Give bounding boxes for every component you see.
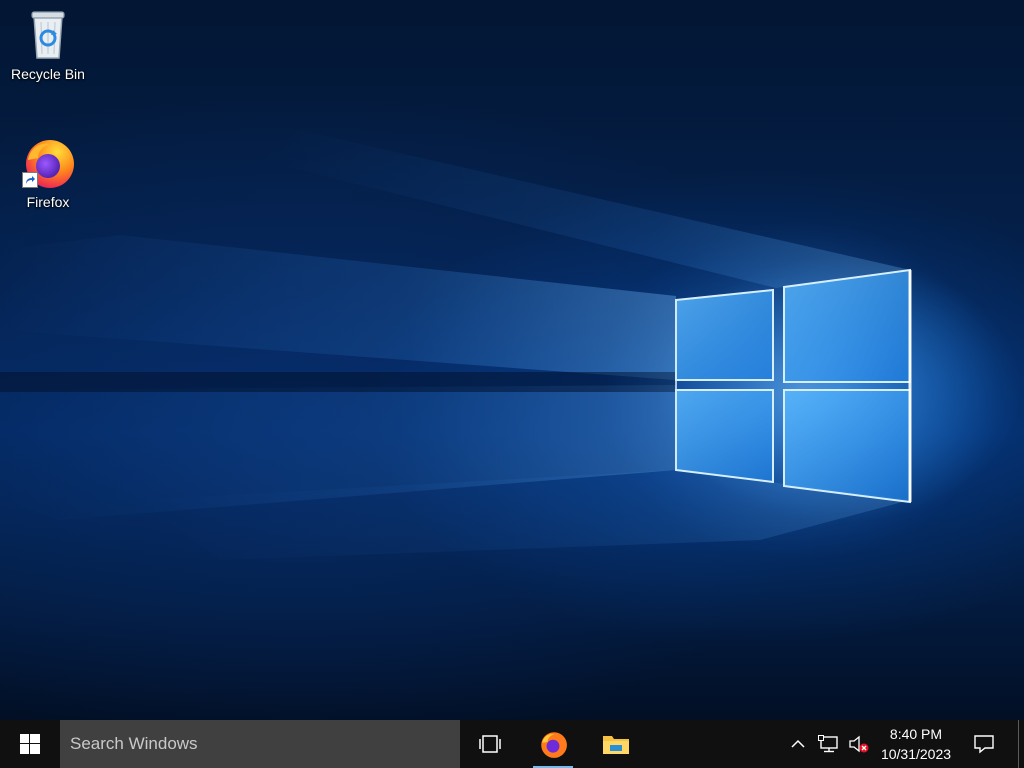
action-center-button[interactable] bbox=[962, 720, 1006, 768]
firefox-icon bbox=[541, 732, 567, 758]
desktop-icon-label: Firefox bbox=[26, 194, 70, 210]
task-view-icon bbox=[479, 735, 501, 753]
shortcut-arrow-icon bbox=[22, 172, 38, 188]
task-view-button[interactable] bbox=[462, 720, 518, 768]
action-center-icon bbox=[974, 735, 994, 754]
desktop[interactable]: Recycle Bin Firefox bbox=[0, 0, 1024, 720]
desktop-icon-label: Recycle Bin bbox=[11, 66, 85, 82]
start-button[interactable] bbox=[0, 720, 60, 768]
clock[interactable]: 8:40 PM 10/31/2023 bbox=[872, 720, 960, 768]
wallpaper bbox=[0, 130, 1000, 560]
windows-logo-icon bbox=[20, 734, 40, 754]
clock-time: 8:40 PM bbox=[889, 726, 943, 742]
volume-muted-icon bbox=[849, 735, 869, 753]
firefox-icon bbox=[20, 134, 76, 190]
volume-button[interactable] bbox=[846, 720, 872, 768]
search-box[interactable]: Search Windows bbox=[60, 720, 460, 768]
network-icon bbox=[818, 735, 838, 753]
clock-date: 10/31/2023 bbox=[880, 746, 952, 762]
file-explorer-icon bbox=[603, 736, 629, 754]
desktop-icon-firefox[interactable]: Firefox bbox=[3, 134, 93, 210]
network-button[interactable] bbox=[814, 720, 844, 768]
chevron-up-icon bbox=[791, 739, 805, 748]
taskbar-file-explorer-button[interactable] bbox=[588, 720, 644, 768]
search-placeholder: Search Windows bbox=[70, 734, 198, 753]
show-hidden-icons-button[interactable] bbox=[786, 720, 810, 768]
recycle-bin-icon bbox=[20, 6, 76, 62]
desktop-icon-recycle-bin[interactable]: Recycle Bin bbox=[3, 6, 93, 82]
taskbar-firefox-button[interactable] bbox=[525, 720, 581, 768]
taskbar: Search Windows 8:40 PM 10/31/2023 bbox=[0, 720, 1024, 768]
show-desktop-button[interactable] bbox=[1018, 720, 1024, 768]
